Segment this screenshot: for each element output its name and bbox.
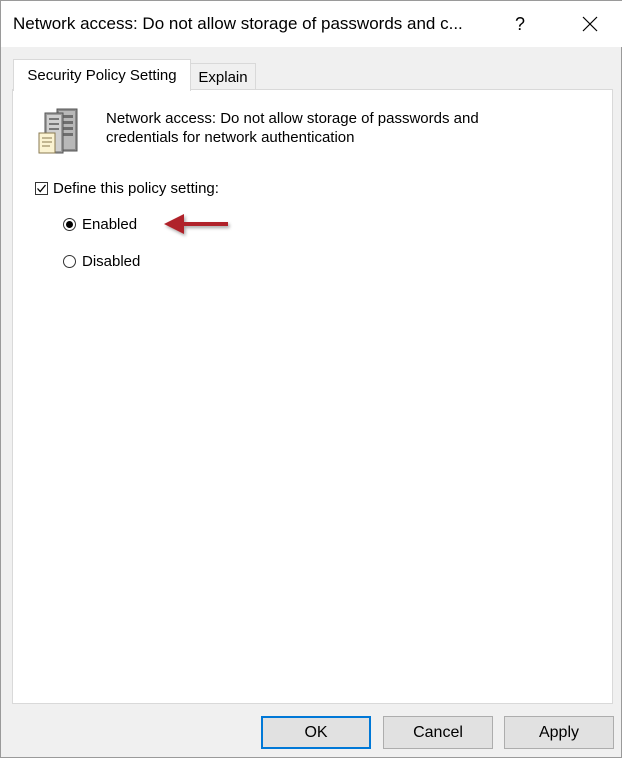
policy-description: Network access: Do not allow storage of … (106, 110, 479, 146)
cancel-button[interactable]: Cancel (383, 716, 493, 749)
radio-selected-dot (66, 221, 73, 228)
checkmark-icon (37, 184, 47, 193)
option-enabled-row[interactable]: Enabled (63, 216, 137, 233)
policy-dialog: Network access: Do not allow storage of … (0, 0, 623, 758)
close-button[interactable] (567, 1, 613, 47)
disabled-radio[interactable] (63, 255, 76, 268)
tab-panel: Network access: Do not allow storage of … (12, 89, 613, 704)
help-button[interactable]: ? (499, 1, 541, 47)
disabled-label: Disabled (82, 253, 141, 270)
tab-explain[interactable]: Explain (190, 63, 256, 90)
red-arrow-icon (164, 214, 228, 234)
define-policy-label: Define this policy setting: (53, 180, 219, 197)
define-policy-row[interactable]: Define this policy setting: (35, 180, 219, 197)
enabled-radio[interactable] (63, 218, 76, 231)
enabled-label: Enabled (82, 216, 138, 233)
title-bar: Network access: Do not allow storage of … (1, 1, 623, 47)
tab-security-policy-setting[interactable]: Security Policy Setting (13, 59, 191, 91)
define-policy-checkbox[interactable] (35, 182, 48, 195)
server-policy-icon (38, 108, 78, 154)
close-icon (582, 16, 598, 32)
ok-button[interactable]: OK (261, 716, 371, 749)
window-title: Network access: Do not allow storage of … (13, 14, 463, 33)
option-disabled-row[interactable]: Disabled (63, 253, 140, 270)
apply-button[interactable]: Apply (504, 716, 614, 749)
